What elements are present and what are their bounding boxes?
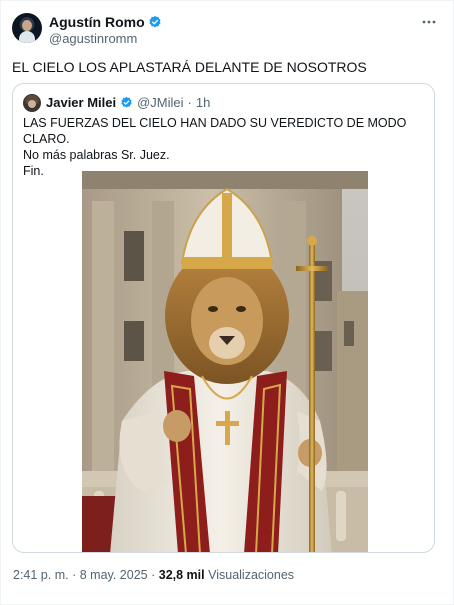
tweet-time[interactable]: 2:41 p. m. [13, 568, 69, 582]
views-label: Visualizaciones [208, 568, 295, 582]
tweet-date[interactable]: 8 may. 2025 [80, 568, 148, 582]
quoted-header: Javier Milei @JMilei · 1h [46, 95, 210, 110]
quoted-time[interactable]: 1h [196, 95, 210, 110]
author-name-row[interactable]: Agustín Romo [49, 14, 162, 30]
quoted-text: LAS FUERZAS DEL CIELO HAN DADO SU VEREDI… [23, 115, 423, 179]
author-avatar[interactable] [12, 13, 42, 43]
quoted-text-line: LAS FUERZAS DEL CIELO HAN DADO SU VEREDI… [23, 116, 407, 146]
quoted-tweet[interactable]: Javier Milei @JMilei · 1h LAS FUERZAS DE… [12, 83, 435, 553]
verified-badge-icon [121, 96, 132, 108]
verified-badge-icon [149, 15, 161, 28]
views-count[interactable]: 32,8 mil [159, 568, 205, 582]
quoted-author-avatar[interactable] [23, 94, 41, 112]
tweet-footer: 2:41 p. m. · 8 may. 2025 · 32,8 mil Visu… [13, 568, 294, 582]
quoted-author-name[interactable]: Javier Milei [46, 95, 116, 110]
quoted-author-handle[interactable]: @JMilei [137, 95, 183, 110]
quoted-media-image[interactable] [82, 171, 368, 553]
author-handle[interactable]: @agustinromm [49, 31, 137, 46]
more-horizontal-icon[interactable] [422, 15, 436, 29]
quoted-text-line: No más palabras Sr. Juez. [23, 148, 170, 162]
quoted-separator: · [187, 95, 192, 110]
footer-separator: · [72, 568, 77, 582]
tweet-text: EL CIELO LOS APLASTARÁ DELANTE DE NOSOTR… [12, 59, 367, 75]
footer-separator: · [151, 568, 156, 582]
author-name[interactable]: Agustín Romo [49, 14, 145, 30]
